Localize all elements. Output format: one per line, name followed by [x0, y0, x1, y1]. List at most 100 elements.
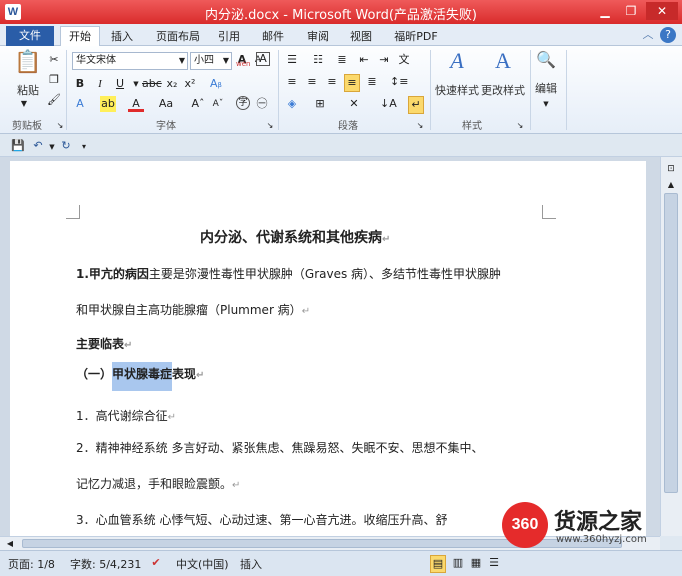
- tab-view[interactable]: 视图: [346, 27, 376, 46]
- find-icon[interactable]: 🔍: [534, 50, 558, 69]
- multilevel-list-icon[interactable]: ≣: [334, 52, 350, 68]
- paragraph-mark: ↵: [301, 306, 311, 317]
- maximize-button[interactable]: ❐: [620, 2, 642, 20]
- h3-suffix: 表现: [172, 367, 197, 381]
- p1-bold-text: 1.甲亢的病因: [76, 267, 149, 281]
- font-name-combo[interactable]: 华文宋体 ▼: [72, 52, 188, 70]
- align-center-icon[interactable]: ≡: [304, 74, 320, 90]
- full-screen-reading-icon[interactable]: ▥: [450, 555, 466, 571]
- align-right-icon[interactable]: ≡: [324, 74, 340, 90]
- change-styles-button[interactable]: 更改样式: [480, 82, 526, 98]
- shrink-font-alt-icon[interactable]: Aˇ: [210, 96, 226, 112]
- tab-insert[interactable]: 插入: [106, 27, 138, 46]
- paragraph-1-line-2: 和甲状腺自主高功能腺瘤（Plummer 病）↵: [76, 301, 310, 318]
- sort-icon[interactable]: ↓A: [380, 96, 397, 112]
- clipboard-group-label: 剪贴板: [12, 121, 42, 132]
- font-color-icon[interactable]: A: [128, 96, 144, 112]
- vertical-scrollbar[interactable]: ⊡ ▲: [660, 157, 682, 536]
- tab-foxit-pdf[interactable]: 福昕PDF: [390, 27, 442, 46]
- status-bar: 页面: 1/8 字数: 5/4,231 ✔ 中文(中国) 插入 ▤ ▥ ▦ ☰: [0, 550, 682, 576]
- enclose-character-icon[interactable]: 字: [236, 96, 250, 110]
- web-layout-icon[interactable]: ▦: [468, 555, 484, 571]
- increase-indent-icon[interactable]: ⇥: [376, 52, 392, 68]
- sort-options-icon[interactable]: ✕: [346, 96, 362, 112]
- align-left-icon[interactable]: ≡: [284, 74, 300, 90]
- page-count[interactable]: 页面: 1/8: [8, 556, 55, 572]
- highlight-icon[interactable]: ab: [100, 96, 116, 112]
- decrease-indent-icon[interactable]: ⇤: [356, 52, 372, 68]
- change-styles-icon[interactable]: A: [486, 48, 520, 74]
- styles-launcher-icon[interactable]: ↘: [512, 118, 528, 134]
- scroll-up-icon[interactable]: ▲: [663, 177, 679, 193]
- document-title: 内分泌、代谢系统和其他疾病↵: [200, 227, 390, 247]
- insert-mode[interactable]: 插入: [240, 556, 262, 572]
- list-item-3: 3．心血管系统 心悸气短、心动过速、第一心音亢进。收缩压升高、舒: [76, 511, 447, 528]
- paragraph-launcher-icon[interactable]: ↘: [412, 118, 428, 134]
- editing-button[interactable]: 编辑: [532, 80, 560, 96]
- bullets-icon[interactable]: ☰: [284, 52, 300, 68]
- subscript-icon[interactable]: x₂: [164, 76, 180, 92]
- p1-line2-text: 和甲状腺自主高功能腺瘤（Plummer 病）: [76, 303, 302, 317]
- file-tab[interactable]: 文件: [6, 26, 54, 46]
- text-effects-icon[interactable]: A: [72, 96, 88, 112]
- paragraph-mark: ↵: [167, 412, 177, 423]
- save-icon[interactable]: 💾: [10, 138, 26, 154]
- customize-qat-icon[interactable]: ▾: [76, 139, 92, 155]
- styles-group-label: 样式: [462, 121, 482, 132]
- window-title: 内分泌.docx - Microsoft Word(产品激活失败): [205, 8, 477, 23]
- tab-mailings[interactable]: 邮件: [258, 27, 288, 46]
- distributed-icon[interactable]: ≣: [364, 74, 380, 90]
- paste-icon[interactable]: 📋: [14, 50, 42, 80]
- cut-icon[interactable]: ✂: [46, 52, 62, 68]
- paste-dropdown-icon[interactable]: ▼: [16, 96, 32, 112]
- language-indicator[interactable]: 中文(中国): [176, 556, 229, 572]
- heading-thyrotoxicosis: （一）甲状腺毒症表现↵: [76, 362, 204, 391]
- document-page[interactable]: 内分泌、代谢系统和其他疾病↵ 1.甲亢的病因主要是弥漫性毒性甲状腺肿（Grave…: [10, 161, 646, 541]
- format-painter-icon[interactable]: 🖌: [46, 92, 62, 108]
- font-launcher-icon[interactable]: ↘: [262, 118, 278, 134]
- tab-review[interactable]: 审阅: [302, 27, 334, 46]
- page-corner-marker: [542, 205, 556, 219]
- change-case-icon[interactable]: Aa: [158, 96, 174, 112]
- outline-view-icon[interactable]: ☰: [486, 555, 502, 571]
- quick-styles-icon[interactable]: A: [440, 48, 474, 74]
- selected-text[interactable]: 甲状腺毒症: [112, 362, 173, 391]
- ribbon-collapse-icon[interactable]: ︿: [640, 27, 656, 43]
- font-size-value: 小四: [194, 55, 214, 66]
- tab-page-layout[interactable]: 页面布局: [150, 27, 206, 46]
- print-layout-icon[interactable]: ▤: [430, 555, 446, 573]
- borders-icon[interactable]: ⊞: [312, 96, 328, 112]
- copy-icon[interactable]: ❐: [46, 72, 62, 88]
- item1-text: 1．高代谢综合征: [76, 409, 168, 423]
- line-spacing-icon[interactable]: ↕≡: [390, 74, 408, 90]
- editing-dropdown-icon[interactable]: ▼: [538, 96, 554, 112]
- shading-icon[interactable]: ◈: [284, 96, 300, 112]
- strikethrough-icon[interactable]: abc: [142, 76, 162, 92]
- word-count[interactable]: 字数: 5/4,231: [70, 556, 141, 572]
- help-icon[interactable]: ?: [660, 27, 676, 43]
- minimize-button[interactable]: ▁: [594, 2, 616, 20]
- paragraph-1: 1.甲亢的病因主要是弥漫性毒性甲状腺肿（Graves 病）、多结节性毒性甲状腺肿: [76, 265, 501, 282]
- clear-formatting-icon[interactable]: Aᵦ: [208, 76, 224, 92]
- redo-icon[interactable]: ↻: [58, 138, 74, 154]
- tab-references[interactable]: 引用: [214, 27, 244, 46]
- justify-icon[interactable]: ≡: [344, 74, 360, 92]
- character-border-icon[interactable]: A: [256, 52, 270, 66]
- quick-styles-button[interactable]: 快速样式: [434, 82, 480, 98]
- bold-icon[interactable]: B: [72, 76, 88, 92]
- chinese-layout-icon[interactable]: 文: [396, 52, 412, 68]
- phonetic-icon[interactable]: ㊀: [254, 96, 270, 112]
- numbering-icon[interactable]: ☷: [310, 52, 326, 68]
- proofing-icon[interactable]: ✔: [148, 555, 164, 571]
- close-button[interactable]: ✕: [646, 2, 678, 20]
- scroll-thumb[interactable]: [664, 193, 678, 493]
- tab-home[interactable]: 开始: [60, 26, 100, 47]
- superscript-icon[interactable]: x²: [182, 76, 198, 92]
- underline-icon[interactable]: U: [112, 76, 128, 92]
- font-group-label: 字体: [156, 121, 176, 132]
- show-marks-icon[interactable]: ↵: [408, 96, 424, 114]
- ruler-toggle-icon[interactable]: ⊡: [663, 161, 679, 177]
- grow-font-alt-icon[interactable]: Aˆ: [190, 96, 206, 112]
- italic-icon[interactable]: I: [92, 76, 108, 92]
- font-size-combo[interactable]: 小四 ▼: [190, 52, 232, 70]
